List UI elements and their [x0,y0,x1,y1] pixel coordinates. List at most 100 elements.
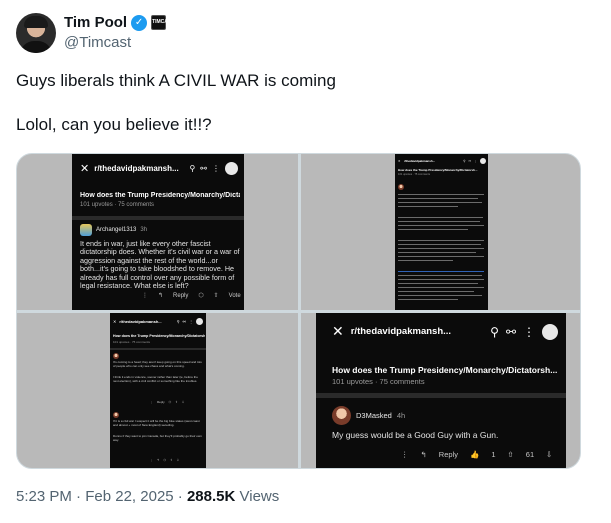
avatar-beanie [24,16,48,28]
more-vertical-icon: ⋮ [142,293,148,299]
media-image-2[interactable]: ✕ r/thedavidpakmansh... ⚲ ⚯ ⋮ How does t… [301,154,580,310]
author-name-row: Tim Pool ✓ TIMCAST [64,14,174,31]
downvote-icon: ⇩ [546,450,553,459]
reply-label: Reply [173,292,189,299]
more-vertical-icon: ⋮ [523,324,535,339]
more-vertical-icon: ⋮ [150,458,153,462]
more-vertical-icon: ⋮ [401,450,409,459]
upvotes-count: 101 upvotes [332,377,373,386]
upvote-icon: ⇧ [175,400,178,404]
media-image-4[interactable]: ✕ r/thedavidpakmansh... ⚲ ⚯ ⋮ How does t… [301,313,580,468]
media-grid: ✕ r/thedavidpakmansh... ⚲ ⚯ ⋮ How does t… [16,153,581,469]
comment-text-lines [398,194,484,303]
media-image-3[interactable]: ✕ r/thedavidpakmansh... ⚲ ⚯ ⋮ How does t… [17,313,298,468]
avatar-shirt [20,41,52,53]
tweet-text: Guys liberals think A CIVIL WAR is comin… [16,70,596,136]
divider [110,348,206,350]
comment-actions: ⋮ ↰ Reply 👍 1 ⇧ 61 ⇩ [401,450,552,459]
post-meta: 101 upvotes · 75 comments [80,202,155,208]
tweet-time[interactable]: 5:23 PM [16,488,72,505]
views-count[interactable]: 288.5K [187,488,235,505]
tweet-line-2: Lolol, can you believe it!!? [16,115,212,134]
reddit-topbar: ✕ r/thedavidpakmansh... ⚲ ⚯ ⋮ [113,318,203,325]
comments-count: 75 comments [379,377,425,386]
user-avatar-icon [225,162,238,175]
commenter-avatar [113,412,119,418]
comment-text: It ends in war, just like every other fa… [80,239,240,291]
reply-icon: ↰ [420,450,427,459]
close-icon: ✕ [332,323,344,339]
comment-text: My guess would be a Good Guy with a Gun. [332,430,499,440]
award-icon: ⬡ [198,293,204,299]
author-display-name[interactable]: Tim Pool [64,14,127,31]
commenter-name: D3Masked [356,411,392,420]
reply-icon: ↰ [158,293,164,299]
search-icon: ⚲ [463,159,466,163]
post-title: How does the Trump Presidency/Monarchy/D… [332,365,558,375]
media-image-1[interactable]: ✕ r/thedavidpakmansh... ⚲ ⚯ ⋮ How does t… [17,154,298,310]
tweet-date[interactable]: Feb 22, 2025 [85,488,173,505]
user-avatar-icon [480,158,486,164]
tweet-line-1: Guys liberals think A CIVIL WAR is comin… [16,71,336,90]
upvotes-count: 101 upvotes [80,202,113,208]
comment-text: Dunno if they want to join Canada, but t… [113,434,202,442]
affiliate-badge-icon[interactable]: TIMCAST [151,15,174,30]
search-icon: ⚲ [176,319,180,324]
author-avatar[interactable] [16,13,56,53]
comment-author [113,412,119,418]
divider [72,216,244,220]
verified-check-icon[interactable]: ✓ [131,14,148,31]
reply-icon: ↰ [157,458,160,462]
commenter-avatar [332,406,351,425]
up-count: 1 [491,450,496,459]
comment-actions: ⋮ ↰ Reply ⬡ ⇧ Vote ⇩ [142,292,244,300]
post-title: How does the Trump Presidency/Monarchy/D… [80,192,240,199]
downvote-icon: ⇩ [181,400,185,404]
reddit-topbar: ✕ r/thedavidpakmansh... ⚲ ⚯ ⋮ [398,158,486,164]
upvote-icon: ⇧ [170,458,173,462]
close-icon: ✕ [398,159,401,163]
share-icon: ⚯ [200,164,207,173]
more-vertical-icon: ⋮ [212,164,220,173]
comment-age: 3h [140,227,148,233]
vote-count: 61 [525,450,535,459]
reddit-screenshot: ✕ r/thedavidpakmansh... ⚲ ⚯ ⋮ How does t… [110,313,206,468]
comment-text: I think it ends in violence, sooner rath… [113,375,198,383]
comment-actions: ⋮ ↰ ⬡ ⇧ ⇩ [150,458,179,462]
upvote-icon: ⇧ [507,450,514,459]
post-meta: 101 upvotes · 75 comments [332,377,425,386]
reddit-topbar: ✕ r/thedavidpakmansh... ⚲ ⚯ ⋮ [80,162,238,175]
reply-label: Reply [438,450,458,459]
comment-text: It's coming to a head; they aren't keep … [113,360,202,368]
reddit-topbar: ✕ r/thedavidpakmansh... ⚲ ⚯ ⋮ [332,323,558,340]
comment-text: If it is a civil war I suspect it will b… [113,419,200,427]
close-icon: ✕ [113,319,117,324]
commenter-avatar [398,184,404,190]
comment-author: D3Masked 4h [332,406,405,425]
comment-actions: ⋮ Reply ⬡ ⇧ ⇩ [150,400,184,404]
comment-author: Archangel1313 3h [80,224,147,236]
comment-author [398,184,404,190]
more-vertical-icon: ⋮ [474,159,477,163]
close-icon: ✕ [80,163,90,175]
share-icon: ⚯ [468,159,471,163]
post-title: How does the Trump Presidency/Monarchy/D… [398,168,478,172]
downvote-icon: ⇩ [176,458,180,462]
separator-dot: · [76,488,86,505]
search-icon: ⚲ [490,324,499,339]
post-meta: 101 upvotes · 75 comments [113,340,151,344]
subreddit-name: r/thedavidpakmansh... [403,159,436,163]
share-icon: ⚯ [505,324,516,339]
more-vertical-icon: ⋮ [150,400,153,404]
post-title: How does the Trump Presidency/Monarchy/D… [113,334,205,338]
user-avatar-icon [542,323,558,340]
comment-age: 4h [396,411,406,420]
reply-label: Reply [157,400,165,404]
share-icon: ⚯ [182,319,186,324]
award-icon: ⬡ [163,458,167,462]
tweet: Tim Pool ✓ TIMCAST @Timcast Guys liberal… [0,0,611,523]
views-label: Views [239,488,280,505]
subreddit-name: r/thedavidpakmansh... [94,164,179,173]
author-handle[interactable]: @Timcast [64,34,131,51]
subreddit-name: r/thedavidpakmansh... [350,326,452,337]
